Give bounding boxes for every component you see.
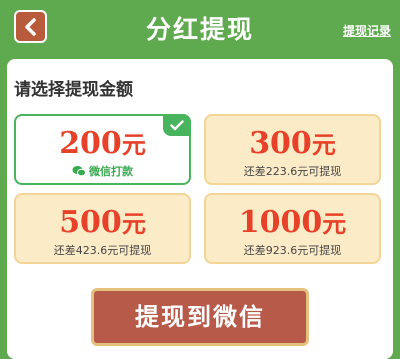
withdraw-to-wechat-button[interactable]: 提现到微信 [91,288,309,346]
option-note: 还差223.6元可提现 [243,165,342,178]
amount-option-1000[interactable]: 1000元 还差923.6元可提现 [204,193,381,264]
amount-option-500[interactable]: 500元 还差423.6元可提现 [14,193,191,264]
option-note: 微信打款 [16,165,189,179]
page-title: 分红提现 [145,15,254,44]
option-note: 还差423.6元可提现 [53,244,152,257]
option-note: 还差923.6元可提现 [243,244,342,257]
option-amount: 200元 [59,126,146,161]
amount-option-200[interactable]: 200元 微信打款 [14,114,191,185]
amount-option-300[interactable]: 300元 还差223.6元可提现 [204,114,381,185]
option-amount: 1000元 [238,205,347,240]
option-amount: 500元 [59,205,146,240]
option-amount: 300元 [249,126,336,161]
section-title: 请选择提现金额 [14,80,133,100]
withdraw-record-link[interactable]: 提现记录 [343,22,391,39]
wechat-icon [72,166,86,177]
header: 分红提现 提现记录 [0,0,400,56]
